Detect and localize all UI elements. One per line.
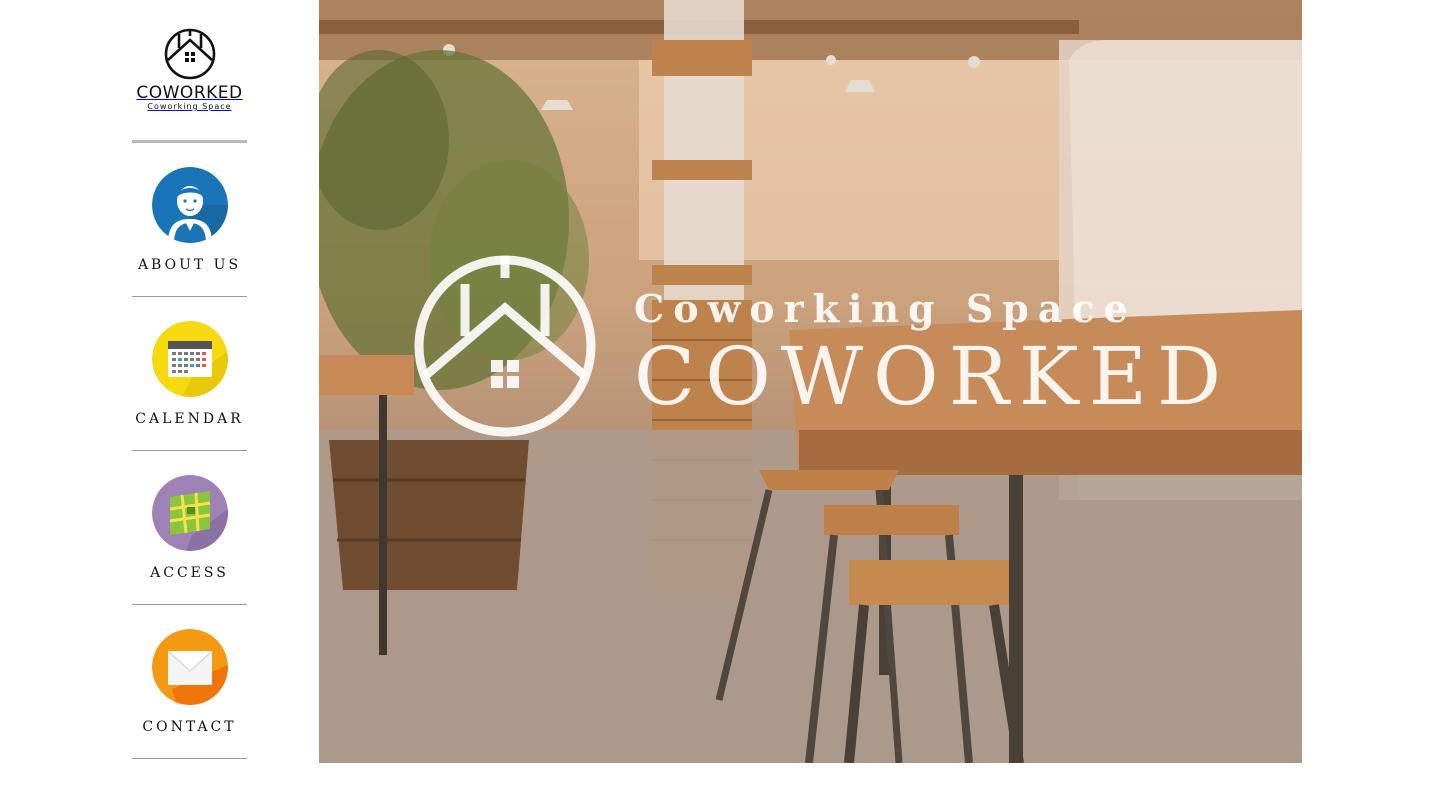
house-logo-icon bbox=[164, 28, 215, 80]
nav-label-access: ACCESS bbox=[150, 565, 229, 581]
nav-item-access[interactable]: ACCESS bbox=[132, 451, 247, 605]
hero-banner: Coworking Space COWORKED bbox=[319, 0, 1302, 763]
hero-house-logo-icon bbox=[414, 255, 596, 437]
calendar-icon bbox=[152, 321, 228, 397]
person-icon bbox=[152, 167, 228, 243]
hero-title: COWORKED bbox=[634, 330, 1232, 423]
map-icon bbox=[152, 475, 228, 551]
brand-logo-link[interactable]: COWORKED Coworking Space bbox=[132, 26, 247, 118]
nav-label-about-us: ABOUT US bbox=[137, 257, 242, 273]
nav-item-contact[interactable]: CONTACT bbox=[132, 605, 247, 759]
nav-label-contact: CONTACT bbox=[142, 719, 237, 735]
nav-divider bbox=[132, 758, 247, 759]
envelope-icon bbox=[152, 629, 228, 705]
hero-subtitle: Coworking Space bbox=[634, 286, 1137, 331]
nav-item-calendar[interactable]: CALENDAR bbox=[132, 297, 247, 451]
nav-item-about-us[interactable]: ABOUT US bbox=[132, 143, 247, 297]
brand-tagline: Coworking Space bbox=[147, 102, 232, 111]
brand-name: COWORKED bbox=[136, 83, 243, 103]
nav-label-calendar: CALENDAR bbox=[135, 411, 244, 427]
